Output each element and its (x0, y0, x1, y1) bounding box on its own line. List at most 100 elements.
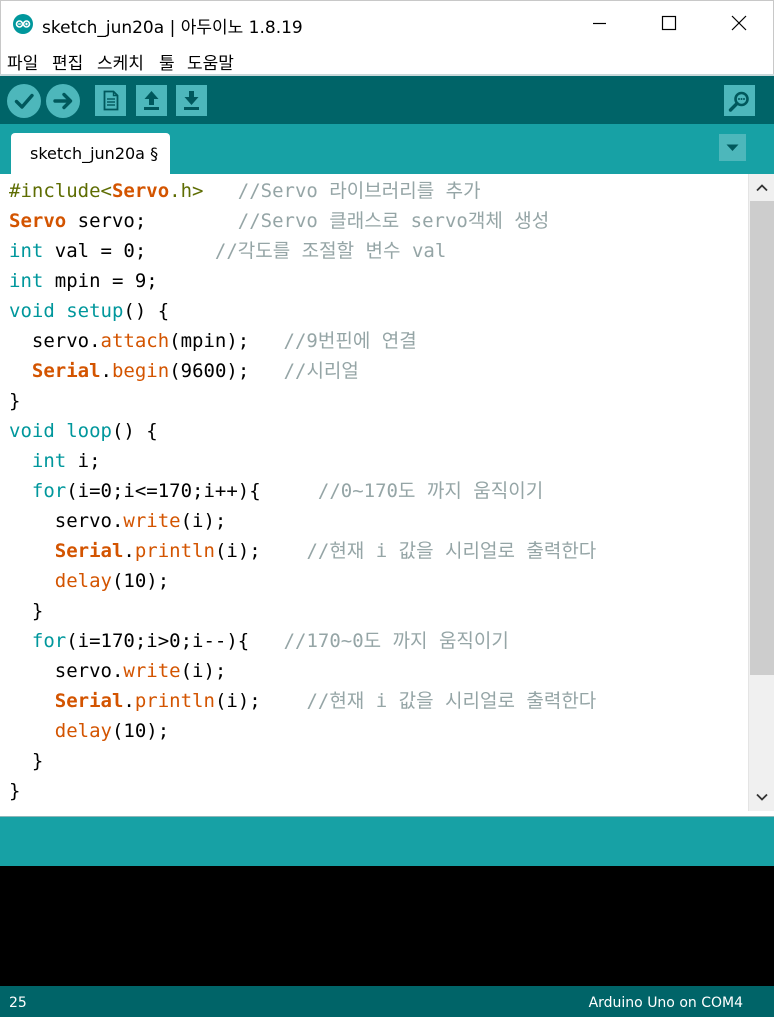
code-line: #include<Servo.h> //Servo 라이브러리를 추가 (9, 176, 481, 206)
code-token: Serial (54, 540, 124, 562)
chevron-down-icon (726, 144, 739, 151)
code-token: } (9, 600, 44, 622)
title-bar: sketch_jun20a | 아두이노 1.8.19 (0, 0, 774, 46)
code-token: delay (54, 720, 112, 742)
code-line: int i; (9, 446, 101, 476)
serial-monitor-icon (728, 91, 749, 112)
code-token: write (123, 510, 181, 532)
code-token: () { (123, 300, 170, 322)
console-output[interactable] (0, 866, 774, 986)
code-line: Serial.println(i); //현재 i 값을 시리얼로 출력한다 (9, 686, 597, 716)
code-token: int (9, 270, 44, 292)
code-token: } (9, 780, 21, 802)
code-editor[interactable]: #include<Servo.h> //Servo 라이브러리를 추가 Servo… (1, 174, 748, 811)
minimize-icon (593, 22, 606, 25)
editor-scrollbar[interactable] (748, 174, 774, 811)
code-token: //현재 i 값을 시리얼로 출력한다 (306, 690, 597, 712)
message-area (0, 817, 774, 866)
menu-bar: 파일 편집 스케치 툴 도움말 (0, 46, 774, 74)
code-line: for(i=170;i>0;i--){ //170~0도 까지 움직이기 (9, 626, 509, 656)
verify-button[interactable] (7, 84, 41, 118)
tab-menu-button[interactable] (719, 134, 746, 161)
window-title: sketch_jun20a | 아두이노 1.8.19 (42, 18, 303, 38)
menu-help[interactable]: 도움말 (187, 49, 234, 74)
code-token: . (123, 690, 135, 712)
close-button[interactable] (710, 1, 768, 47)
code-token: //각도를 조절할 변수 val (214, 240, 447, 262)
code-line: Serial.println(i); //현재 i 값을 시리얼로 출력한다 (9, 536, 597, 566)
toolbar (0, 76, 774, 124)
open-button[interactable] (136, 85, 167, 116)
code-token: //0~170도 까지 움직이기 (317, 480, 544, 502)
code-token: Serial (31, 360, 101, 382)
code-token: (i); (214, 690, 307, 712)
code-token: . (123, 540, 135, 562)
menu-tools[interactable]: 툴 (159, 49, 175, 74)
tab-strip: sketch_jun20a § (0, 124, 774, 174)
tab-label: sketch_jun20a § (30, 144, 159, 163)
save-icon (184, 91, 199, 110)
code-token: int (9, 240, 44, 262)
code-token: } (9, 390, 21, 412)
code-token: (i); (180, 660, 227, 682)
scroll-up-button[interactable] (749, 175, 774, 201)
code-token: (10); (111, 720, 170, 742)
code-token: delay (54, 570, 112, 592)
code-token: //Servo 클래스로 servo객체 생성 (237, 210, 550, 232)
code-token: servo. (9, 330, 101, 352)
menu-sketch[interactable]: 스케치 (97, 49, 144, 74)
menu-file[interactable]: 파일 (7, 49, 38, 74)
code-line: delay(10); (9, 716, 169, 746)
code-token: int (31, 450, 67, 472)
upload-button[interactable] (46, 84, 80, 118)
code-token: //현재 i 값을 시리얼로 출력한다 (306, 540, 597, 562)
code-token: Servo (9, 210, 67, 232)
maximize-icon (661, 15, 677, 31)
code-token: servo; (66, 210, 238, 232)
code-token: val = 0; (43, 240, 215, 262)
new-button[interactable] (95, 85, 126, 116)
code-token: //9번핀에 연결 (283, 330, 417, 352)
open-icon (144, 91, 159, 110)
code-token: #include< (9, 180, 112, 202)
code-line: servo.attach(mpin); //9번핀에 연결 (9, 326, 417, 356)
scroll-down-button[interactable] (749, 784, 774, 810)
code-token: .h> (169, 180, 238, 202)
code-token: Serial (54, 690, 124, 712)
code-token: servo. (9, 660, 124, 682)
code-line: void loop() { (9, 416, 158, 446)
upload-icon (53, 92, 73, 110)
scroll-thumb[interactable] (750, 201, 774, 675)
status-bar: 25 Arduino Uno on COM4 (0, 986, 774, 1017)
code-token: println (134, 690, 215, 712)
menu-edit[interactable]: 편집 (52, 49, 83, 74)
code-token: begin (111, 360, 170, 382)
code-line: } (9, 596, 43, 626)
code-token: () { (111, 420, 158, 442)
code-token: (i=170;i>0;i--){ (66, 630, 284, 652)
serial-monitor-button[interactable] (724, 85, 755, 116)
code-token: //170~0도 까지 움직이기 (283, 630, 509, 652)
code-line: int mpin = 9; (9, 266, 158, 296)
code-token: (9600); (169, 360, 284, 382)
code-token: servo. (9, 510, 124, 532)
code-token: write (123, 660, 181, 682)
save-button[interactable] (176, 85, 207, 116)
code-token: void (9, 420, 55, 442)
code-token: void (9, 300, 55, 322)
tab-sketch[interactable]: sketch_jun20a § (11, 133, 170, 174)
code-line: Servo servo; //Servo 클래스로 servo객체 생성 (9, 206, 549, 236)
code-token: i; (66, 450, 101, 472)
code-line: delay(10); (9, 566, 169, 596)
code-token: for (31, 630, 67, 652)
maximize-button[interactable] (640, 1, 698, 47)
code-token: //Servo 라이브러리를 추가 (237, 180, 481, 202)
code-line: servo.write(i); (9, 506, 227, 536)
minimize-button[interactable] (571, 1, 629, 47)
